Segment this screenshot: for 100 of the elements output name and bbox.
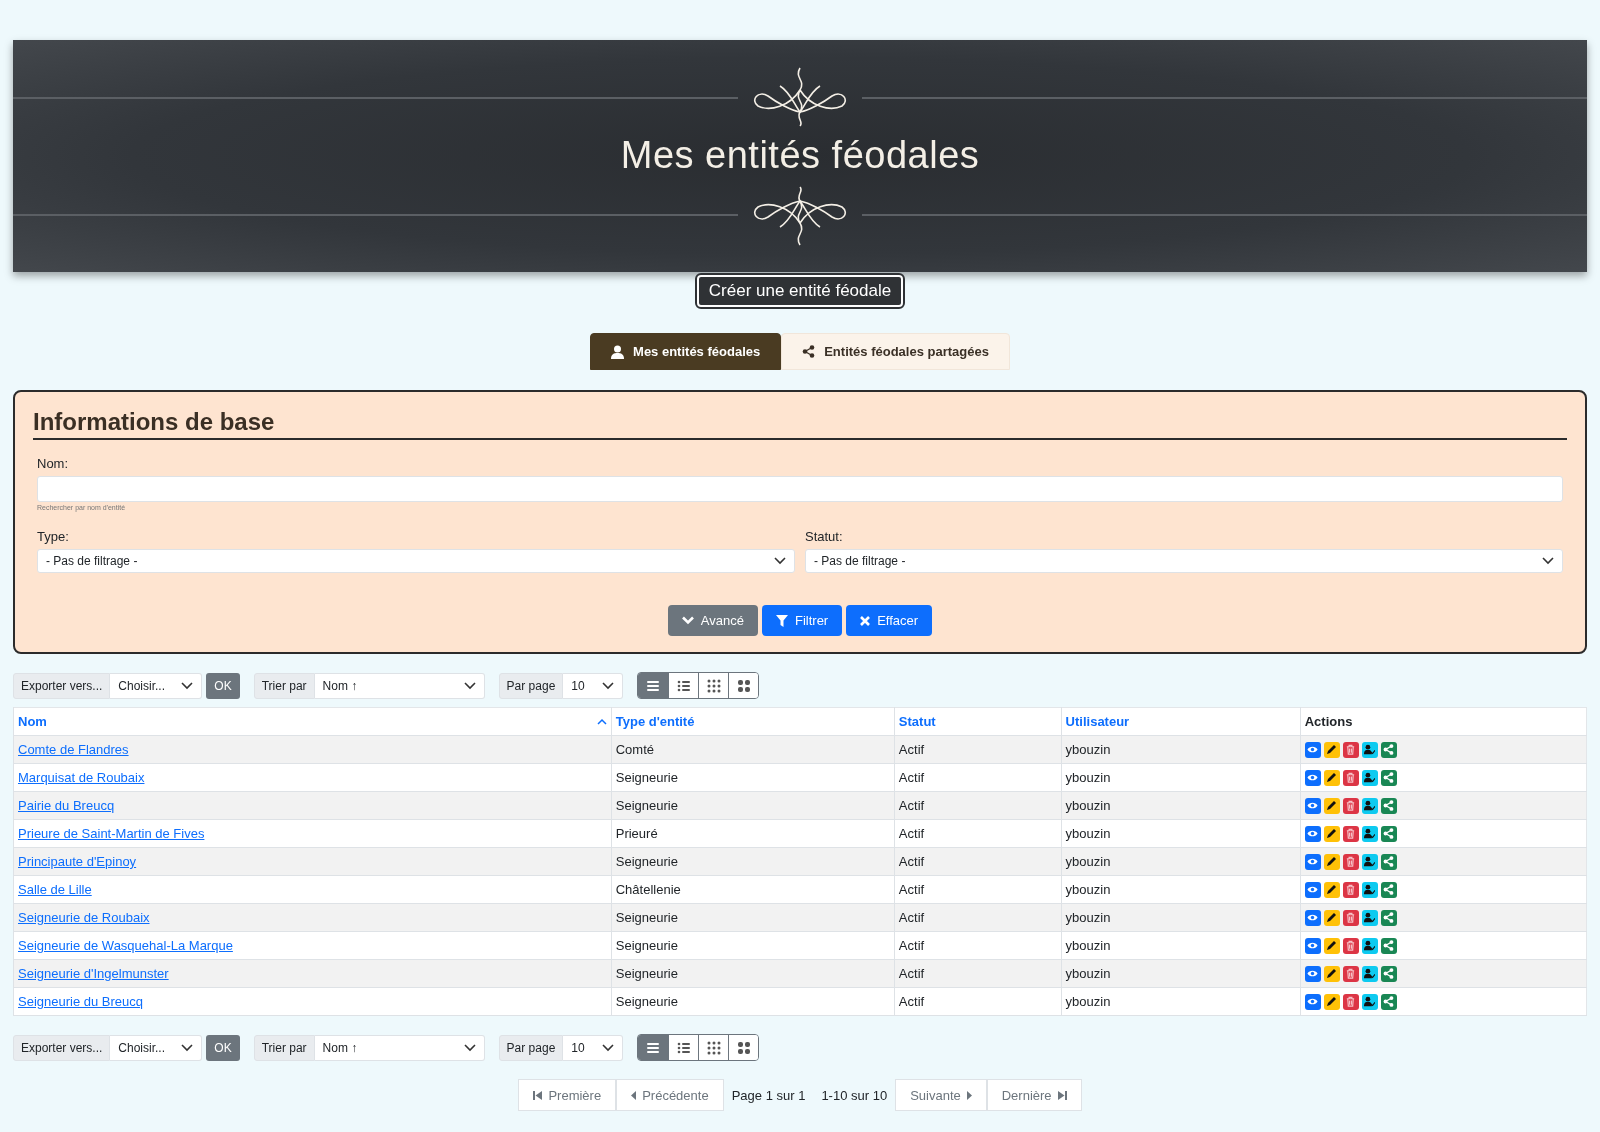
view-button[interactable]: [1304, 769, 1321, 786]
share-button[interactable]: [1380, 797, 1397, 814]
delete-button[interactable]: [1342, 825, 1359, 842]
export-select[interactable]: Choisir...: [110, 672, 203, 699]
user-check-icon: [1364, 856, 1376, 867]
eye-icon: [1307, 828, 1319, 839]
delete-button[interactable]: [1342, 937, 1359, 954]
delete-button[interactable]: [1342, 909, 1359, 926]
sort-select[interactable]: Nom ↑: [314, 1034, 485, 1061]
assign-user-button[interactable]: [1361, 741, 1378, 758]
view-button[interactable]: [1304, 909, 1321, 926]
view-button[interactable]: [1304, 797, 1321, 814]
table-cell: Actif: [894, 931, 1062, 960]
chevron-down-icon: [681, 616, 694, 625]
status-select[interactable]: - Pas de filtrage -: [805, 549, 1563, 573]
share-button[interactable]: [1380, 853, 1397, 870]
assign-user-button[interactable]: [1361, 825, 1378, 842]
entity-link[interactable]: Comte de Flandres: [18, 742, 129, 757]
create-entity-button[interactable]: Créer une entité féodale: [696, 275, 904, 307]
edit-button[interactable]: [1323, 909, 1340, 926]
edit-button[interactable]: [1323, 965, 1340, 982]
entity-link[interactable]: Seigneurie du Breucq: [18, 994, 144, 1009]
clear-button[interactable]: Effacer: [846, 605, 933, 636]
sort-select[interactable]: Nom ↑: [314, 672, 485, 699]
share-button[interactable]: [1380, 965, 1397, 982]
view-button[interactable]: [1304, 881, 1321, 898]
view-mode-button[interactable]: [698, 1035, 729, 1060]
column-header[interactable]: Utilisateur: [1061, 707, 1301, 736]
assign-user-button[interactable]: [1361, 965, 1378, 982]
view-mode-button[interactable]: [698, 673, 729, 698]
entity-link[interactable]: Seigneurie d'Ingelmunster: [18, 966, 169, 981]
type-select[interactable]: - Pas de filtrage -: [37, 549, 795, 573]
user-check-icon: [1364, 940, 1376, 951]
delete-button[interactable]: [1342, 741, 1359, 758]
share-button[interactable]: [1380, 769, 1397, 786]
edit-button[interactable]: [1323, 825, 1340, 842]
share-button[interactable]: [1380, 937, 1397, 954]
assign-user-button[interactable]: [1361, 853, 1378, 870]
column-header[interactable]: Statut: [894, 707, 1062, 736]
edit-button[interactable]: [1323, 881, 1340, 898]
export-select[interactable]: Choisir...: [110, 1034, 203, 1061]
assign-user-button[interactable]: [1361, 937, 1378, 954]
per-page-select[interactable]: 10: [563, 672, 624, 699]
view-mode-button[interactable]: [728, 1035, 759, 1060]
tab[interactable]: Mes entités féodales: [590, 333, 782, 370]
ok-button[interactable]: OK: [206, 672, 240, 699]
edit-button[interactable]: [1323, 769, 1340, 786]
table-cell: Seigneurie: [611, 791, 895, 820]
eye-icon: [1307, 968, 1319, 979]
delete-button[interactable]: [1342, 769, 1359, 786]
view-button[interactable]: [1304, 965, 1321, 982]
table-cell: Actif: [894, 903, 1062, 932]
view-button[interactable]: [1304, 937, 1321, 954]
entity-link[interactable]: Prieure de Saint-Martin de Fives: [18, 826, 205, 841]
edit-button[interactable]: [1323, 797, 1340, 814]
view-mode-button[interactable]: [668, 673, 699, 698]
view-button[interactable]: [1304, 993, 1321, 1010]
view-button[interactable]: [1304, 825, 1321, 842]
edit-button[interactable]: [1323, 741, 1340, 758]
entity-link[interactable]: Seigneurie de Wasquehal-La Marque: [18, 938, 233, 953]
share-button[interactable]: [1380, 881, 1397, 898]
view-mode-button[interactable]: [728, 673, 759, 698]
assign-user-button[interactable]: [1361, 993, 1378, 1010]
delete-button[interactable]: [1342, 881, 1359, 898]
assign-user-button[interactable]: [1361, 769, 1378, 786]
filter-button[interactable]: Filtrer: [762, 605, 843, 636]
assign-user-button[interactable]: [1361, 881, 1378, 898]
assign-user-button[interactable]: [1361, 797, 1378, 814]
delete-button[interactable]: [1342, 853, 1359, 870]
view-mode-button[interactable]: [638, 673, 669, 698]
ok-button[interactable]: OK: [206, 1034, 240, 1061]
edit-button[interactable]: [1323, 993, 1340, 1010]
entity-link[interactable]: Marquisat de Roubaix: [18, 770, 145, 785]
share-button[interactable]: [1380, 825, 1397, 842]
table-cell: ybouzin: [1061, 875, 1301, 904]
advanced-button[interactable]: Avancé: [667, 605, 758, 636]
share-button[interactable]: [1380, 993, 1397, 1010]
entity-link[interactable]: Pairie du Breucq: [18, 798, 115, 813]
entity-link[interactable]: Seigneurie de Roubaix: [18, 910, 150, 925]
share-button[interactable]: [1380, 909, 1397, 926]
view-button[interactable]: [1304, 853, 1321, 870]
per-page-select[interactable]: 10: [563, 1034, 624, 1061]
delete-button[interactable]: [1342, 993, 1359, 1010]
delete-button[interactable]: [1342, 965, 1359, 982]
name-input-field[interactable]: [37, 476, 1563, 502]
column-header[interactable]: Nom: [13, 707, 612, 736]
delete-button[interactable]: [1342, 797, 1359, 814]
tab[interactable]: Entités féodales partagées: [781, 333, 1010, 370]
entity-link[interactable]: Salle de Lille: [18, 882, 92, 897]
edit-button[interactable]: [1323, 853, 1340, 870]
column-header[interactable]: Type d'entité: [611, 707, 895, 736]
view-mode-button[interactable]: [638, 1035, 669, 1060]
pencil-icon: [1326, 968, 1338, 979]
user-check-icon: [1364, 828, 1376, 839]
share-button[interactable]: [1380, 741, 1397, 758]
assign-user-button[interactable]: [1361, 909, 1378, 926]
entity-link[interactable]: Principaute d'Epinoy: [18, 854, 137, 869]
edit-button[interactable]: [1323, 937, 1340, 954]
view-mode-button[interactable]: [668, 1035, 699, 1060]
view-button[interactable]: [1304, 741, 1321, 758]
